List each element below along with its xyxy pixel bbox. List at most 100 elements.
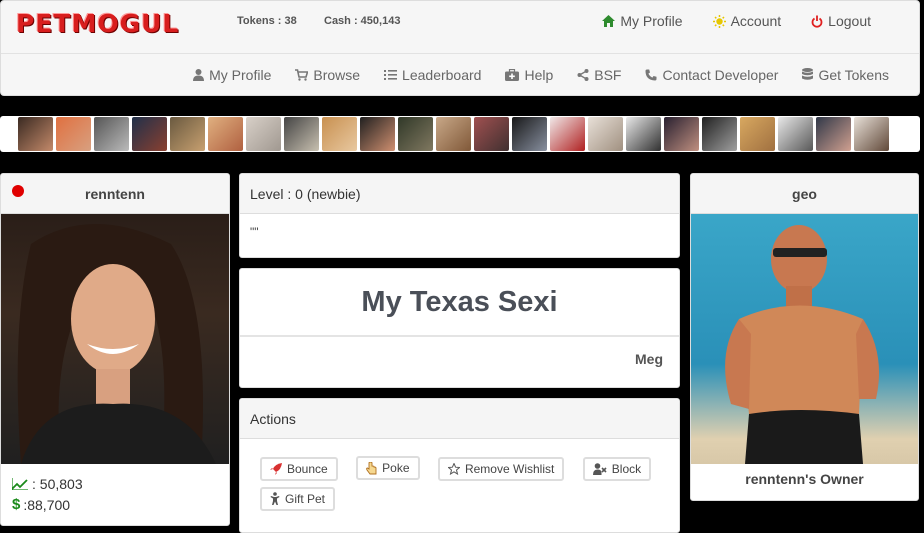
level-header: Level : 0 (newbie) bbox=[240, 174, 679, 214]
button-label: Gift Pet bbox=[285, 491, 326, 506]
owner-card-header: geo bbox=[691, 174, 918, 214]
level-card: Level : 0 (newbie) "" bbox=[239, 173, 680, 258]
pet-thumbnail[interactable] bbox=[170, 117, 205, 151]
nav-get-tokens[interactable]: Get Tokens bbox=[802, 67, 889, 83]
nav-label: BSF bbox=[594, 66, 622, 83]
button-label: Block bbox=[611, 461, 642, 476]
top-link-label: My Profile bbox=[620, 13, 683, 29]
pet-thumbnail[interactable] bbox=[778, 117, 813, 151]
pet-signature: Meg bbox=[635, 351, 663, 367]
database-icon bbox=[802, 68, 814, 80]
pet-value-row: : 50,803 bbox=[1, 464, 229, 492]
sun-icon bbox=[712, 14, 726, 28]
pet-price-row: $ :88,700 bbox=[1, 492, 229, 513]
owner-photo-art bbox=[725, 225, 880, 464]
power-icon bbox=[811, 15, 823, 28]
pet-thumbnail-strip bbox=[0, 116, 920, 152]
button-label: Bounce bbox=[287, 461, 328, 476]
nav-my-profile[interactable]: My Profile bbox=[193, 67, 271, 83]
hand-pointer-icon bbox=[366, 461, 377, 474]
pet-profile-card: renntenn : 50,803 $ :88,700 bbox=[0, 173, 230, 526]
pet-thumbnail[interactable] bbox=[246, 117, 281, 151]
bounce-button[interactable]: Bounce bbox=[260, 456, 338, 481]
owner-caption: renntenn's Owner bbox=[745, 471, 864, 487]
child-icon bbox=[270, 492, 280, 505]
dollar-icon: $ bbox=[12, 496, 21, 513]
block-button[interactable]: Block bbox=[582, 456, 652, 481]
level-quote: "" bbox=[250, 225, 259, 239]
top-link-label: Logout bbox=[828, 13, 871, 29]
online-status-dot bbox=[12, 185, 24, 197]
button-label: Remove Wishlist bbox=[464, 461, 555, 476]
tokens-stat: Tokens : 38 bbox=[237, 15, 297, 27]
nav-label: Browse bbox=[313, 66, 361, 83]
pet-thumbnail[interactable] bbox=[360, 117, 395, 151]
top-header: PETMOGUL Tokens : 38 Cash : 450,143 My P… bbox=[0, 0, 920, 96]
nav-leaderboard[interactable]: Leaderboard bbox=[384, 67, 481, 83]
nav-help[interactable]: Help bbox=[505, 67, 553, 83]
pet-thumbnail[interactable] bbox=[398, 117, 433, 151]
pet-thumbnail[interactable] bbox=[436, 117, 471, 151]
nav-bsf[interactable]: BSF bbox=[577, 67, 621, 83]
home-icon bbox=[602, 15, 616, 27]
pet-thumbnail[interactable] bbox=[474, 117, 509, 151]
rocket-icon bbox=[270, 462, 282, 475]
pet-thumbnail[interactable] bbox=[702, 117, 737, 151]
button-label: Poke bbox=[382, 461, 410, 475]
pet-thumbnail[interactable] bbox=[512, 117, 547, 151]
actions-body: Bounce Poke Remove Wishlist Block Gift P… bbox=[240, 439, 679, 517]
pet-thumbnail[interactable] bbox=[94, 117, 129, 151]
pet-thumbnail[interactable] bbox=[664, 117, 699, 151]
pet-photo-art bbox=[17, 224, 216, 464]
pet-thumbnail[interactable] bbox=[322, 117, 357, 151]
top-links: My Profile Account Logout bbox=[602, 13, 871, 29]
pet-thumbnail[interactable] bbox=[208, 117, 243, 151]
top-link-logout[interactable]: Logout bbox=[811, 13, 871, 29]
pet-thumbnail[interactable] bbox=[132, 117, 167, 151]
pet-thumbnail[interactable] bbox=[588, 117, 623, 151]
pet-thumbnail[interactable] bbox=[284, 117, 319, 151]
top-link-label: Account bbox=[730, 13, 782, 29]
list-icon bbox=[384, 69, 398, 80]
owner-card: geo renntenn's Owner bbox=[690, 173, 919, 501]
pet-thumbnail[interactable] bbox=[740, 117, 775, 151]
pet-thumbnail[interactable] bbox=[816, 117, 851, 151]
pet-title: My Texas Sexi bbox=[240, 269, 679, 337]
actions-card: Actions Bounce Poke Remove Wishlist Bloc… bbox=[239, 398, 680, 533]
medkit-icon bbox=[505, 68, 520, 81]
nav-label: Help bbox=[524, 66, 554, 83]
cart-icon bbox=[295, 68, 309, 81]
pet-thumbnail[interactable] bbox=[626, 117, 661, 151]
pet-thumbnail[interactable] bbox=[854, 117, 889, 151]
actions-header: Actions bbox=[240, 399, 679, 439]
share-icon bbox=[577, 68, 589, 81]
star-outline-icon bbox=[447, 462, 460, 475]
user-block-icon bbox=[592, 462, 607, 475]
nav-browse[interactable]: Browse bbox=[295, 67, 360, 83]
cash-stat: Cash : 450,143 bbox=[324, 15, 401, 27]
title-card: My Texas Sexi Meg bbox=[239, 268, 680, 388]
pet-thumbnail[interactable] bbox=[550, 117, 585, 151]
pet-photo[interactable] bbox=[1, 214, 229, 464]
nav-label: Get Tokens bbox=[818, 66, 889, 83]
top-link-account[interactable]: Account bbox=[712, 13, 782, 29]
nav-label: Leaderboard bbox=[402, 66, 482, 83]
phone-icon bbox=[645, 69, 657, 80]
gift-pet-button[interactable]: Gift Pet bbox=[260, 486, 336, 511]
pet-card-header: renntenn bbox=[1, 174, 229, 214]
user-icon bbox=[193, 68, 205, 81]
site-logo[interactable]: PETMOGUL bbox=[16, 9, 179, 38]
pet-thumbnail[interactable] bbox=[56, 117, 91, 151]
poke-button[interactable]: Poke bbox=[356, 456, 420, 480]
top-link-my-profile[interactable]: My Profile bbox=[602, 13, 683, 29]
pet-price: :88,700 bbox=[23, 496, 71, 513]
nav-contact-developer[interactable]: Contact Developer bbox=[645, 67, 778, 83]
owner-username[interactable]: geo bbox=[792, 186, 817, 202]
owner-photo[interactable] bbox=[691, 214, 918, 464]
pet-value: : 50,803 bbox=[32, 476, 83, 492]
pet-username[interactable]: renntenn bbox=[85, 186, 145, 202]
main-nav: My Profile Browse Leaderboard Help BSF C… bbox=[1, 53, 919, 95]
pet-thumbnail[interactable] bbox=[18, 117, 53, 151]
nav-label: Contact Developer bbox=[662, 66, 779, 83]
remove-wishlist-button[interactable]: Remove Wishlist bbox=[437, 456, 565, 481]
